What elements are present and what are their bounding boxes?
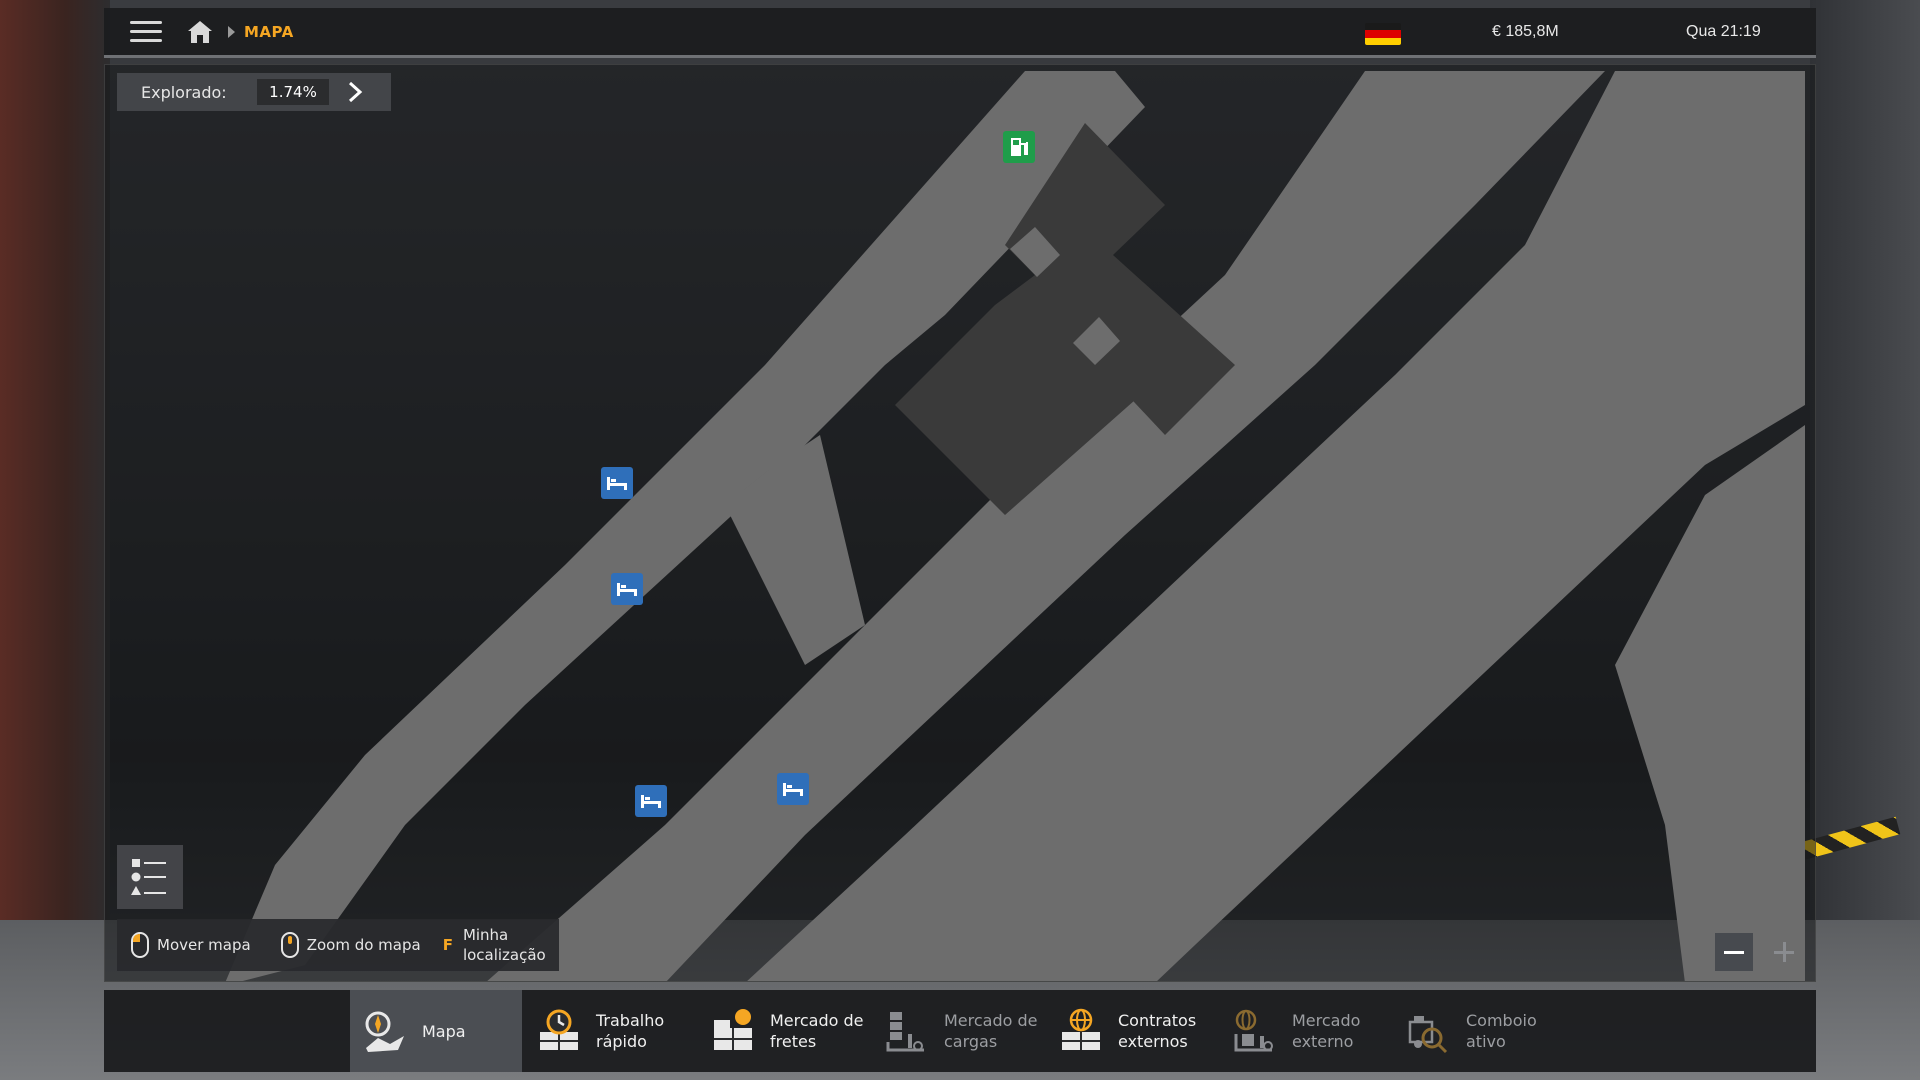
mouse-left-click-icon — [131, 932, 149, 958]
hint-move-map: Mover mapa — [131, 932, 251, 958]
nav-item-mercado-de-cargas[interactable]: Mercado de cargas — [872, 990, 1044, 1072]
nav-label: Trabalho rápido — [596, 1011, 665, 1051]
nav-item-trabalho-rapido[interactable]: Trabalho rápido — [524, 990, 696, 1072]
nav-item-contratos-externos[interactable]: Contratos externos — [1046, 990, 1218, 1072]
bed-icon[interactable] — [635, 785, 667, 817]
explored-percentage: 1.74% — [257, 79, 329, 105]
background-right — [1810, 0, 1920, 1080]
hint-my-location: F Minha localização — [443, 925, 546, 965]
map-compass-icon — [365, 1011, 404, 1052]
nav-label: Mercado de fretes — [770, 1011, 864, 1051]
hint-zoom-label: Zoom do mapa — [306, 936, 421, 954]
cargo-market-icon — [886, 1012, 924, 1052]
map-legend-button[interactable] — [117, 845, 183, 909]
breadcrumb-current: MAPA — [244, 22, 294, 41]
convoy-truck-icon — [1408, 1016, 1448, 1054]
map-canvas[interactable] — [105, 65, 1816, 982]
nav-item-mapa[interactable]: Mapa — [350, 990, 522, 1072]
nav-label: Mercado externo — [1292, 1011, 1361, 1051]
hint-location-line2: localização — [462, 946, 546, 964]
hint-location-line1: Minha — [462, 926, 509, 944]
bed-icon[interactable] — [611, 573, 643, 605]
freight-market-icon — [714, 1009, 752, 1050]
map-panel[interactable]: Explorado: 1.74% Mover mapa Zoom do mapa… — [104, 64, 1816, 982]
nav-item-comboio-ativo[interactable]: Comboio ativo — [1394, 990, 1566, 1072]
money-balance: € 185,8M — [1492, 23, 1559, 40]
home-icon[interactable] — [186, 19, 214, 45]
hint-location-key: F — [442, 936, 453, 954]
hint-move-label: Mover mapa — [157, 936, 251, 954]
background-left — [0, 0, 110, 1080]
top-bar: MAPA € 185,8M Qua 21:19 — [104, 8, 1816, 58]
nav-label: Contratos externos — [1118, 1011, 1197, 1051]
external-contracts-globe-icon — [1062, 1008, 1100, 1050]
bed-icon[interactable] — [601, 467, 633, 499]
nav-item-mercado-externo[interactable]: Mercado externo — [1220, 990, 1392, 1072]
country-flag-icon — [1365, 23, 1401, 45]
fuel-station-icon[interactable] — [1003, 131, 1035, 163]
chevron-right-icon[interactable] — [347, 81, 363, 103]
explored-panel: Explorado: 1.74% — [117, 73, 391, 111]
minus-icon — [1724, 950, 1744, 954]
game-clock: Qua 21:19 — [1686, 23, 1761, 40]
nav-label: Comboio ativo — [1466, 1011, 1537, 1051]
legend-list-icon — [131, 859, 166, 895]
bottom-nav: Mapa Trabalho rápido Mercado de fretes M… — [104, 990, 1816, 1072]
bed-icon[interactable] — [777, 773, 809, 805]
control-hints: Mover mapa Zoom do mapa F Minha localiza… — [117, 919, 559, 971]
breadcrumb-chevron-icon — [228, 25, 235, 38]
hint-zoom-map: Zoom do mapa — [280, 932, 421, 958]
nav-label: Mapa — [422, 1021, 466, 1041]
explored-label: Explorado: — [141, 82, 227, 102]
nav-item-mercado-de-fretes[interactable]: Mercado de fretes — [698, 990, 870, 1072]
hamburger-menu-icon[interactable] — [130, 19, 162, 45]
zoom-out-button[interactable] — [1715, 933, 1753, 971]
nav-label: Mercado de cargas — [944, 1011, 1038, 1051]
quick-job-clock-icon — [540, 1009, 578, 1050]
zoom-in-button[interactable] — [1765, 933, 1803, 971]
external-market-globe-icon — [1234, 1009, 1273, 1052]
mouse-wheel-icon — [280, 932, 299, 958]
